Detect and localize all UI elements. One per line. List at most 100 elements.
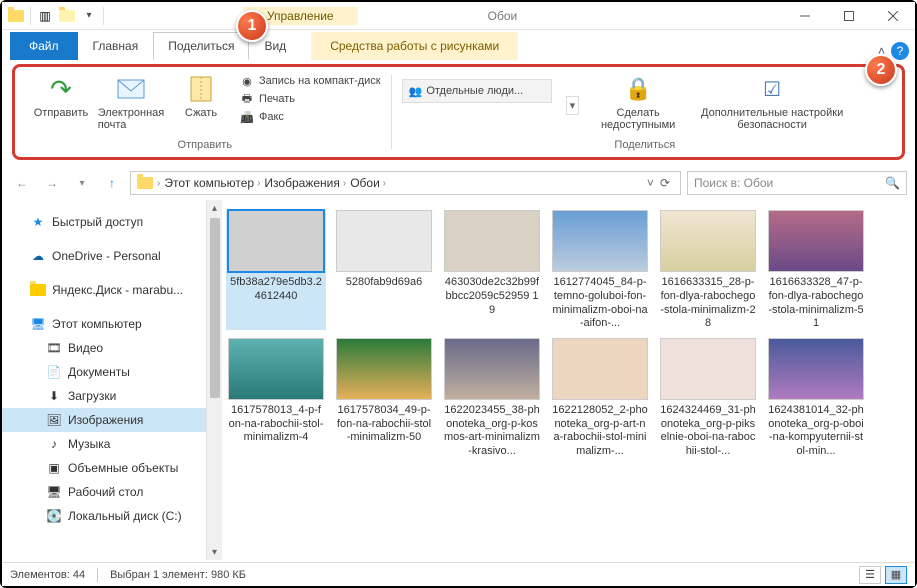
file-label: 1622128052_2-phonoteka_org-p-art-na-rabo… (550, 404, 650, 458)
file-item[interactable]: 1617578034_49-p-fon-na-rabochii-stol-min… (334, 338, 434, 458)
file-item[interactable]: 1624324469_31-phonoteka_org-p-pikselnie-… (658, 338, 758, 458)
refresh-icon[interactable]: ⟳ (660, 176, 670, 190)
status-count: Элементов: 44 (10, 569, 85, 581)
file-thumbnail (552, 338, 648, 400)
zip-button[interactable]: Сжать (169, 71, 233, 119)
view-details-button[interactable]: ☰ (859, 566, 881, 584)
quick-access-toolbar: ▥ ▾ (2, 7, 110, 25)
breadcrumb-seg-pc[interactable]: Этот компьютер› (164, 176, 260, 190)
scroll-up-icon[interactable]: ▴ (207, 200, 222, 216)
view-thumbnails-button[interactable]: ▦ (885, 566, 907, 584)
tab-file[interactable]: Файл (10, 32, 78, 60)
nav-this-pc[interactable]: 🖥Этот компьютер (2, 312, 222, 336)
pc-icon: 🖥 (30, 316, 46, 332)
main-area: ★Быстрый доступ ☁OneDrive - Personal Янд… (2, 200, 915, 560)
minimize-button[interactable] (783, 2, 827, 30)
file-item[interactable]: 1622023455_38-phonoteka_org-p-kosmos-art… (442, 338, 542, 458)
email-button-label: Электронная почта (98, 107, 165, 131)
properties-icon[interactable]: ▥ (37, 8, 53, 24)
folder-icon (137, 175, 153, 191)
items-grid: 5fb38a279e5db3.24612440 5280fab9d69a6 4630… (226, 210, 911, 458)
file-thumbnail (444, 338, 540, 400)
group-send-label: Отправить (29, 139, 381, 153)
nav-quick-access[interactable]: ★Быстрый доступ (2, 210, 222, 234)
help-button[interactable]: ? (891, 42, 909, 60)
tab-home[interactable]: Главная (78, 32, 154, 60)
file-thumbnail (336, 210, 432, 272)
pictures-icon: 🖼 (46, 412, 62, 428)
nav-scrollbar[interactable]: ▴ ▾ (206, 200, 222, 560)
scrollbar-thumb[interactable] (210, 218, 220, 398)
file-item[interactable]: 5280fab9d69a6 (334, 210, 434, 330)
nav-desktop[interactable]: 🖥Рабочий стол (2, 480, 222, 504)
burn-disc-button[interactable]: ◉ Запись на компакт-диск (239, 73, 381, 89)
file-item[interactable]: 463030de2c32b99fbbcc2059c52959 19 (442, 210, 542, 330)
nav-yandex-disk[interactable]: Яндекс.Диск - marabu... (2, 278, 222, 302)
nav-disk-c[interactable]: 💽Локальный диск (C:) (2, 504, 222, 528)
star-icon: ★ (30, 214, 46, 230)
minimize-icon (800, 11, 810, 21)
maximize-icon (844, 11, 854, 21)
nav-documents[interactable]: 📄Документы (2, 360, 222, 384)
tab-picture-tools[interactable]: Средства работы с рисунками (311, 32, 518, 60)
file-thumbnail (552, 210, 648, 272)
file-item[interactable]: 5fb38a279e5db3.24612440 (226, 210, 326, 330)
addr-dropdown-icon[interactable]: ˅ (647, 176, 654, 190)
new-folder-icon[interactable] (59, 8, 75, 24)
fax-button[interactable]: 📠 Факс (239, 109, 381, 125)
specific-people-button[interactable]: 👥 Отдельные люди... (402, 79, 552, 103)
nav-up-button[interactable]: ↑ (100, 171, 124, 195)
file-item[interactable]: 1624381014_32-phonoteka_org-p-oboi-na-ko… (766, 338, 866, 458)
breadcrumb-seg-wallpapers[interactable]: Обои› (350, 176, 386, 190)
annotation-marker-1: 1 (236, 10, 268, 42)
file-thumbnail (768, 210, 864, 272)
title-bar: ▥ ▾ Управление Обои (2, 2, 915, 30)
view-switcher: ☰ ▦ (859, 566, 907, 584)
file-item[interactable]: 1622128052_2-phonoteka_org-p-art-na-rabo… (550, 338, 650, 458)
separator (30, 7, 31, 25)
file-thumbnail (228, 210, 324, 272)
nav-back-button[interactable]: ← (10, 171, 34, 195)
nav-music[interactable]: ♪Музыка (2, 432, 222, 456)
file-thumbnail (228, 338, 324, 400)
close-button[interactable] (871, 2, 915, 30)
share-button-label: Отправить (34, 107, 89, 119)
qat-customize-icon[interactable]: ▾ (81, 8, 97, 24)
remove-access-button[interactable]: 🔒 Сделать недоступными (593, 71, 683, 131)
nav-downloads[interactable]: ⬇Загрузки (2, 384, 222, 408)
chevron-right-icon[interactable]: › (157, 178, 160, 189)
checklist-icon: ☑ (756, 75, 788, 103)
file-item[interactable]: 1616633315_28-p-fon-dlya-rabochego-stola… (658, 210, 758, 330)
search-placeholder: Поиск в: Обои (694, 176, 773, 190)
file-thumbnail (444, 210, 540, 272)
tab-share[interactable]: Поделиться (153, 32, 249, 60)
file-item[interactable]: 1617578013_4-p-fon-na-rabochii-stol-mini… (226, 338, 326, 458)
status-selection: Выбран 1 элемент: 980 КБ (110, 569, 246, 581)
file-label: 5fb38a279e5db3.24612440 (226, 276, 326, 304)
file-item[interactable]: 1616633328_47-p-fon-dlya-rabochego-stola… (766, 210, 866, 330)
nav-recent-button[interactable]: ▾ (70, 171, 94, 195)
print-button[interactable]: 🖶 Печать (239, 91, 381, 107)
people-icon: 👥 (409, 85, 423, 98)
file-item[interactable]: 1612774045_84-p-temno-goluboi-fon-minima… (550, 210, 650, 330)
share-list-expand[interactable]: ▾ (566, 96, 580, 115)
search-input[interactable]: Поиск в: Обои 🔍 (687, 171, 907, 195)
maximize-button[interactable] (827, 2, 871, 30)
nav-forward-button: → (40, 171, 64, 195)
file-thumbnail (336, 338, 432, 400)
share-button[interactable]: ↷ Отправить (29, 71, 93, 119)
advanced-security-button[interactable]: ☑ Дополнительные настройки безопасности (697, 71, 847, 131)
breadcrumb-seg-pictures[interactable]: Изображения› (264, 176, 346, 190)
file-label: 5280fab9d69a6 (344, 276, 424, 290)
nav-pictures[interactable]: 🖼Изображения (2, 408, 222, 432)
file-thumbnail (768, 338, 864, 400)
nav-onedrive[interactable]: ☁OneDrive - Personal (2, 244, 222, 268)
specific-people-label: Отдельные люди... (426, 85, 523, 97)
file-label: 1617578034_49-p-fon-na-rabochii-stol-min… (334, 404, 434, 445)
email-button[interactable]: Электронная почта (99, 71, 163, 131)
nav-video[interactable]: 🎞Видео (2, 336, 222, 360)
fax-label: Факс (259, 111, 284, 123)
scroll-down-icon[interactable]: ▾ (207, 544, 222, 560)
breadcrumb[interactable]: › Этот компьютер› Изображения› Обои› ˅ ⟳ (130, 171, 681, 195)
nav-3d-objects[interactable]: ▣Объемные объекты (2, 456, 222, 480)
